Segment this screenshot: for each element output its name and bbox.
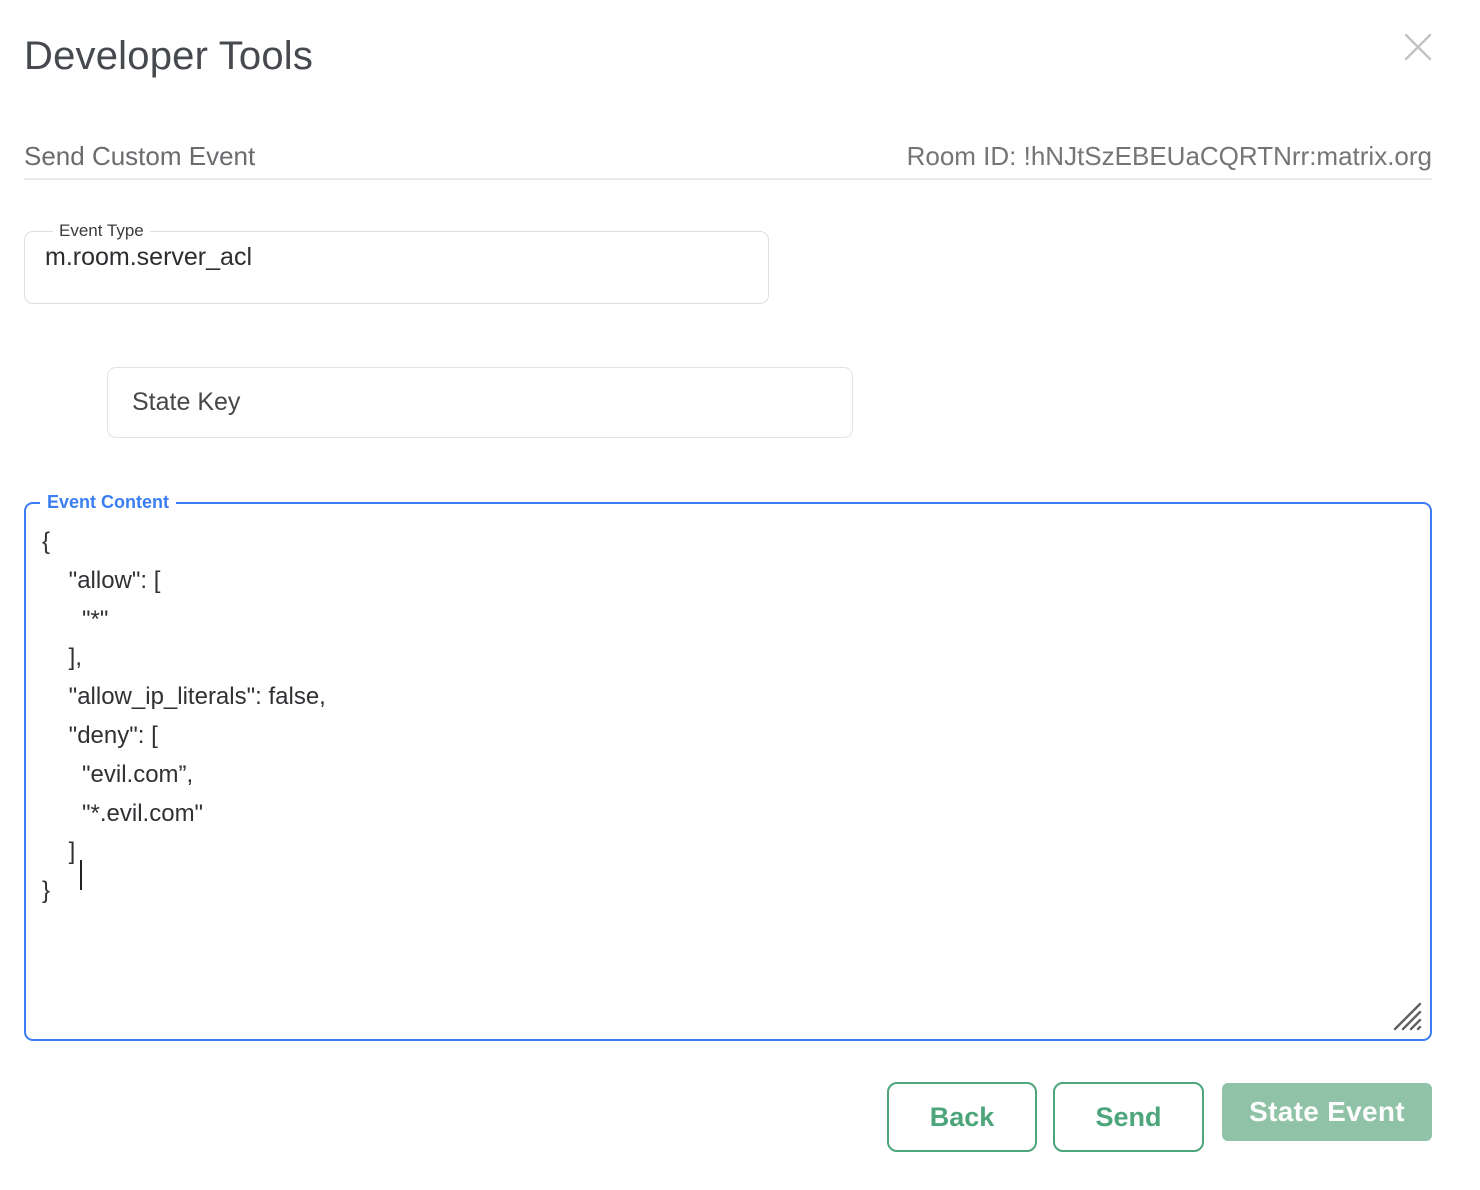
- event-type-field: Event Type: [24, 221, 769, 304]
- text-caret: [80, 860, 82, 890]
- event-type-label: Event Type: [53, 221, 150, 241]
- state-key-input[interactable]: [107, 367, 853, 438]
- send-button[interactable]: Send: [1053, 1082, 1204, 1152]
- event-content-editor[interactable]: { "allow": [ "*" ], "allow_ip_literals":…: [26, 519, 1430, 911]
- event-content-label: Event Content: [40, 492, 176, 513]
- room-id-label: Room ID: !hNJtSzEBEUaCQRTNrr:matrix.org: [907, 141, 1432, 172]
- close-icon: [1400, 29, 1436, 65]
- resize-handle-icon[interactable]: [1393, 1002, 1423, 1032]
- developer-tools-dialog: Developer Tools Send Custom Event Room I…: [0, 0, 1480, 1190]
- close-button[interactable]: [1398, 28, 1438, 68]
- page-title: Developer Tools: [24, 34, 313, 79]
- event-type-input[interactable]: [41, 241, 752, 272]
- event-content-field: Event Content { "allow": [ "*" ], "allow…: [24, 492, 1432, 1041]
- state-event-button[interactable]: State Event: [1222, 1083, 1432, 1141]
- subheader: Send Custom Event Room ID: !hNJtSzEBEUaC…: [24, 141, 1432, 172]
- section-title: Send Custom Event: [24, 141, 255, 172]
- back-button[interactable]: Back: [887, 1082, 1037, 1152]
- divider: [24, 178, 1432, 180]
